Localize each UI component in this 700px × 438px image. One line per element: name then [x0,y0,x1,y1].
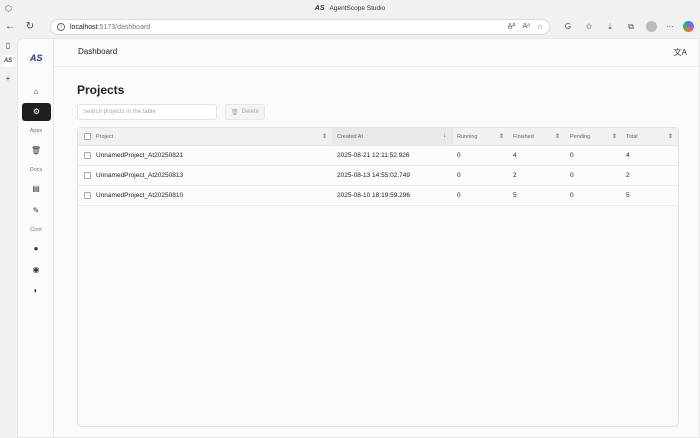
favorites-icon[interactable]: ✩ [583,21,595,33]
row-checkbox[interactable] [84,172,91,179]
cell-project[interactable]: UnnamedProject_At20250821 [96,146,183,165]
cell-project[interactable]: UnnamedProject_At20250810 [96,186,183,205]
more-menu-icon[interactable]: ⋯ [664,21,676,33]
discord-icon[interactable]: ◉ [28,263,44,277]
cell-finished: 4 [513,152,517,159]
cell-created-at: 2025-08-21 12:11:52.926 [337,152,410,159]
extensions-icon[interactable]: ⧉ [625,21,637,33]
sort-desc-icon[interactable]: ↓ [443,133,446,139]
address-bar[interactable]: i localhost:5173/dashboard A̲ᴬ Aᵃ ☆ [50,19,550,35]
site-info-icon[interactable]: i [57,23,65,31]
table-header: Project ⇕ Created At ↓ Running ⇕ Finishe… [78,128,678,146]
cell-total: 4 [626,152,630,159]
text-size-icon[interactable]: Aᵃ [522,23,529,31]
column-header-running[interactable]: Running [457,128,478,145]
cell-created-at: 2025-08-10 18:19:59.296 [337,192,411,199]
table-row[interactable]: UnnamedProject_At20250813 2025-08-13 14:… [78,166,678,186]
cell-running: 0 [457,172,461,179]
column-header-pending[interactable]: Pending [570,128,590,145]
community-icon[interactable]: ◐ [28,284,44,298]
projects-table: Project ⇕ Created At ↓ Running ⇕ Finishe… [77,127,679,427]
column-header-created-at[interactable]: Created At [337,128,363,145]
cell-running: 0 [457,152,461,159]
sidebar-label-cont: Cont [30,227,42,233]
trash-icon[interactable]: 🗑 [28,144,44,158]
sort-toggle-icon[interactable]: ⇕ [499,133,504,140]
trash-icon: 🗑 [231,109,239,116]
url-host: localhost [70,23,98,31]
page-title: Projects [77,83,125,97]
column-header-total[interactable]: Total [626,128,638,145]
cell-finished: 5 [513,192,517,199]
cell-pending: 0 [570,172,574,179]
workspaces-icon[interactable]: ⬡ [4,4,13,13]
select-all-checkbox[interactable] [84,133,91,140]
cell-created-at: 2025-08-13 14:55:02.749 [337,172,411,179]
extension-g-icon[interactable]: G [562,21,574,33]
table-row[interactable]: UnnamedProject_At20250821 2025-08-21 12:… [78,146,678,166]
app-window: AS ⌂ ⚙ Apps 🗑 Docs ▤ ✎ Cont ● ◉ ◐ Dashbo… [17,38,700,438]
search-input[interactable] [77,104,217,120]
sidebar-label-apps: Apps [29,128,43,134]
projects-nav-icon[interactable]: ⚙ [22,103,51,121]
column-divider [452,128,453,146]
sort-toggle-icon[interactable]: ⇕ [555,133,560,140]
row-checkbox[interactable] [84,152,91,159]
book-icon[interactable]: ▤ [28,182,44,196]
column-header-finished[interactable]: Finished [513,128,534,145]
delete-button-label: Delete [241,109,259,115]
sidebar-toggle-icon[interactable]: ▯ [2,40,14,52]
pen-icon[interactable]: ✎ [28,204,44,218]
agentscope-logo[interactable]: AS [30,53,43,63]
window-title: AgentScope Studio [329,5,386,12]
url-path: :5173/dashboard [97,23,151,31]
cell-running: 0 [457,192,461,199]
cell-pending: 0 [570,152,574,159]
cell-total: 2 [626,172,630,179]
cell-pending: 0 [570,192,574,199]
copilot-icon[interactable] [683,21,694,32]
language-icon[interactable]: 文A [674,47,687,58]
cell-finished: 2 [513,172,517,179]
sidebar-label-docs: Docs [29,167,43,173]
column-header-project[interactable]: Project [96,128,113,145]
refresh-button[interactable]: ↻ [24,21,36,33]
read-aloud-icon[interactable]: A̲ᴬ [508,23,516,31]
github-icon[interactable]: ● [28,242,44,256]
new-tab-icon[interactable]: + [2,73,14,85]
browser-side-rail: ▯ AS + [0,38,16,438]
downloads-icon[interactable]: ⤓ [604,21,616,33]
profile-avatar[interactable] [646,21,657,32]
window-title-bar: AS AgentScope Studio [0,0,700,17]
sort-toggle-icon[interactable]: ⇕ [612,133,617,140]
app-header: Dashboard 文A [54,39,699,67]
home-icon[interactable]: ⌂ [28,85,44,99]
app-logo-small: AS [314,5,325,12]
favorite-star-icon[interactable]: ☆ [537,23,543,31]
back-button[interactable]: ← [4,21,16,33]
sort-toggle-icon[interactable]: ⇕ [668,133,673,140]
cell-project[interactable]: UnnamedProject_At20250813 [96,166,183,185]
delete-button[interactable]: 🗑 Delete [225,104,265,120]
browser-chrome: AS AgentScope Studio ⬡ ← ↻ i localhost:5… [0,0,700,38]
table-row[interactable]: UnnamedProject_At20250810 2025-08-10 18:… [78,186,678,206]
app-sidebar: AS ⌂ ⚙ Apps 🗑 Docs ▤ ✎ Cont ● ◉ ◐ [18,39,54,437]
header-title: Dashboard [78,47,118,56]
sort-toggle-icon[interactable]: ⇕ [322,133,327,140]
tab-agentscope[interactable]: AS [2,55,14,67]
row-checkbox[interactable] [84,192,91,199]
cell-total: 5 [626,192,630,199]
